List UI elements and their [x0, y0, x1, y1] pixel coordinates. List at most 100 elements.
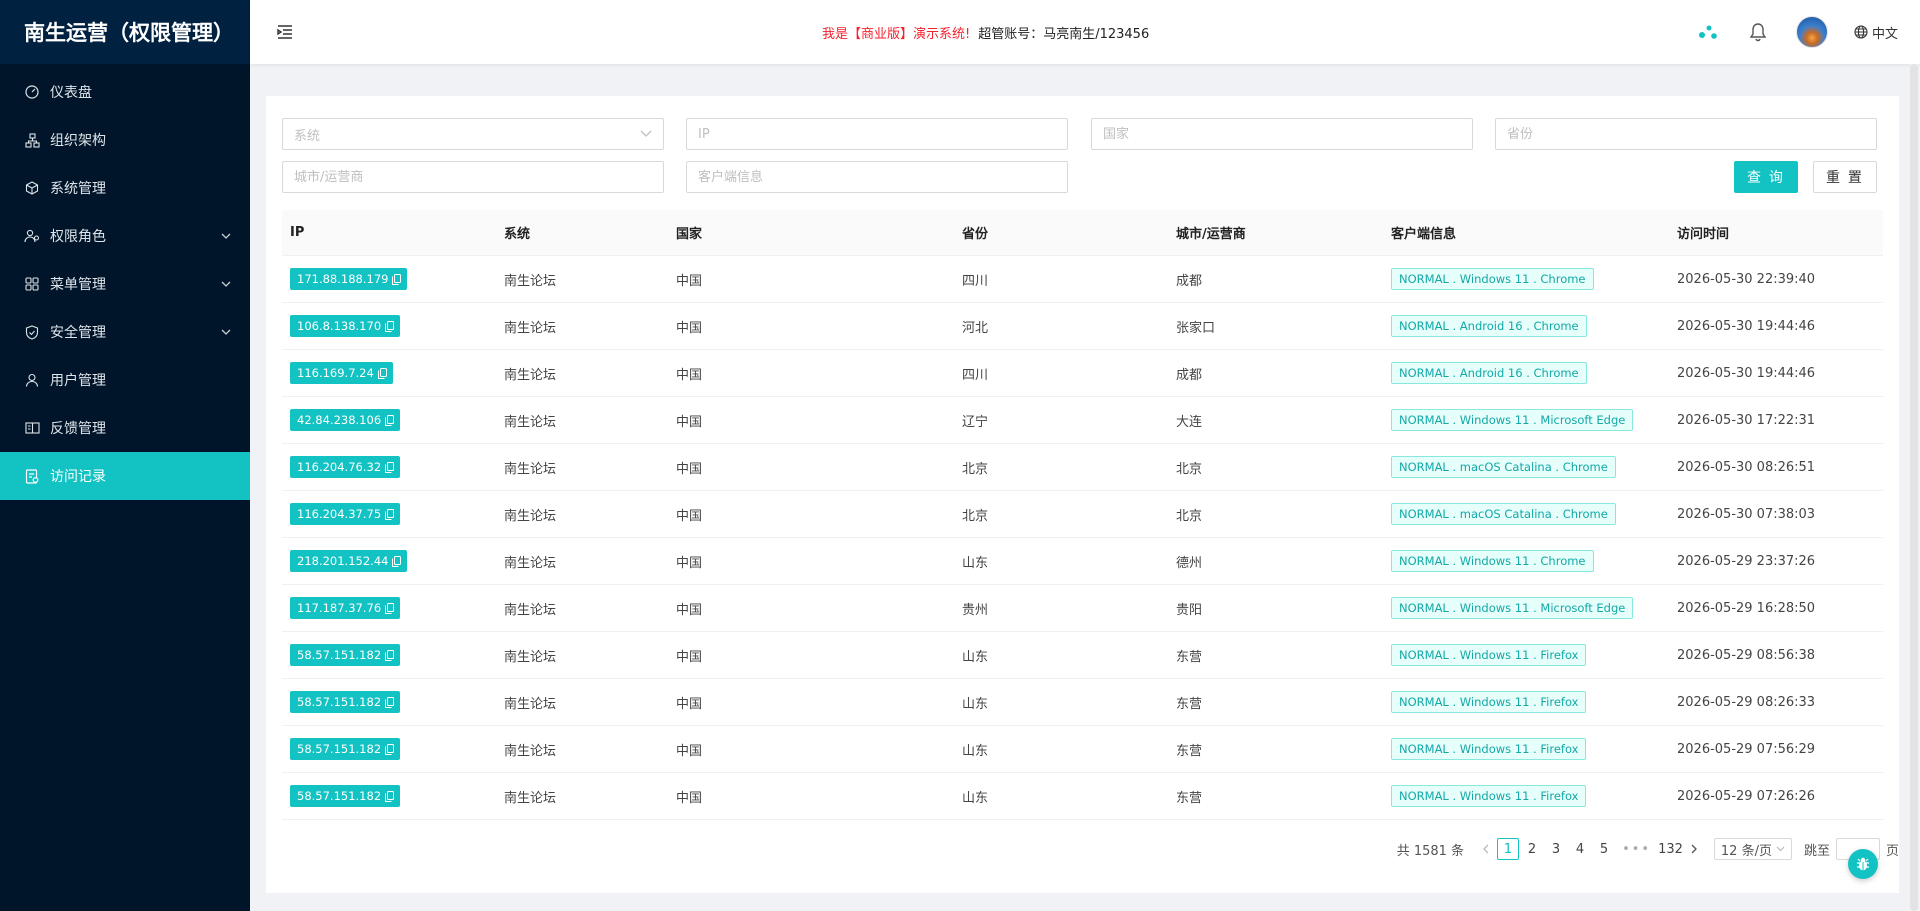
sidebar-item-1[interactable]: 组织架构 [0, 116, 250, 164]
sidebar-item-2[interactable]: 系统管理 [0, 164, 250, 212]
header-actions: 中文 [1670, 0, 1898, 64]
client-info-tag: NORMAL . macOS Catalina . Chrome [1391, 503, 1616, 525]
prev-page-icon[interactable] [1476, 837, 1496, 861]
sidebar-item-8[interactable]: 访问记录 [0, 452, 250, 500]
ip-text: 218.201.152.44 [297, 554, 389, 568]
next-page-icon[interactable] [1684, 837, 1704, 861]
reset-button[interactable]: 重 置 [1813, 161, 1877, 193]
ip-text: 171.88.188.179 [297, 272, 389, 286]
language-switch[interactable]: 中文 [1854, 23, 1898, 42]
ip-copy-tag[interactable]: 116.204.76.32 [290, 456, 401, 478]
table-row: 58.57.151.182 南生论坛 中国 山东 东营 NORMAL . Windows … [282, 679, 1883, 726]
ip-copy-tag[interactable]: 106.8.138.170 [290, 315, 401, 337]
bug-icon [1857, 857, 1869, 871]
copy-icon [385, 320, 395, 332]
ip-text: 58.57.151.182 [297, 648, 382, 662]
cell-country: 中国 [676, 743, 703, 759]
column-header: 城市/运营商 [1176, 227, 1246, 242]
column-header: 客户端信息 [1391, 227, 1457, 242]
cell-time: 2026-05-30 22:39:40 [1677, 271, 1816, 287]
cell-city: 德州 [1176, 555, 1203, 571]
pagination-ellipsis[interactable]: ••• [1622, 842, 1651, 857]
ip-copy-tag[interactable]: 218.201.152.44 [290, 550, 408, 572]
cluster-dots-icon[interactable] [1696, 20, 1720, 44]
ip-text: 116.204.37.75 [297, 507, 382, 521]
ip-copy-tag[interactable]: 171.88.188.179 [290, 268, 408, 290]
cell-time: 2026-05-29 07:56:29 [1677, 741, 1816, 757]
bug-report-button[interactable] [1848, 849, 1878, 879]
page-size-select[interactable]: 12 条/页 [1713, 838, 1792, 860]
ip-copy-tag[interactable]: 116.169.7.24 [290, 362, 393, 384]
role-icon [24, 228, 40, 244]
pagination-last-page[interactable]: 132 [1658, 838, 1683, 860]
cell-ip: 58.57.151.182 [282, 644, 496, 666]
chevron-down-icon [1776, 846, 1785, 852]
pagination-page[interactable]: 4 [1569, 838, 1591, 860]
cell-time: 2026-05-30 19:44:46 [1677, 365, 1816, 381]
page-scrollbar[interactable] [1910, 64, 1918, 911]
cell-system: 南生论坛 [504, 555, 557, 571]
dashboard-icon [24, 84, 40, 100]
cell-province: 山东 [962, 555, 989, 571]
system-select-placeholder: 系统 [294, 128, 321, 144]
sidebar-item-6[interactable]: 用户管理 [0, 356, 250, 404]
province-input[interactable] [1495, 118, 1877, 150]
cell-country: 中国 [676, 414, 703, 430]
cell-system: 南生论坛 [504, 790, 557, 806]
cell-province: 贵州 [962, 602, 989, 618]
cell-client: NORMAL . Windows 11 . Microsoft Edge [1383, 409, 1669, 431]
ip-copy-tag[interactable]: 58.57.151.182 [290, 785, 401, 807]
ip-input[interactable] [686, 118, 1068, 150]
country-input[interactable] [1091, 118, 1473, 150]
pagination-page[interactable]: 2 [1521, 838, 1543, 860]
sidebar-item-label: 权限角色 [50, 229, 106, 245]
query-button[interactable]: 查 询 [1734, 161, 1798, 193]
cell-country: 中国 [676, 790, 703, 806]
cell-client: NORMAL . Windows 11 . Firefox [1383, 738, 1669, 760]
pagination-page[interactable]: 1 [1497, 838, 1520, 860]
bell-icon[interactable] [1746, 20, 1770, 44]
cell-time: 2026-05-30 19:44:46 [1677, 318, 1816, 334]
cell-client: NORMAL . Windows 11 . Firefox [1383, 644, 1669, 666]
cell-province: 山东 [962, 696, 989, 712]
ip-copy-tag[interactable]: 58.57.151.182 [290, 691, 401, 713]
table-row: 116.204.37.75 南生论坛 中国 北京 北京 NORMAL . macOS Ca… [282, 491, 1883, 538]
ip-copy-tag[interactable]: 58.57.151.182 [290, 644, 401, 666]
system-select[interactable]: 系统 [282, 118, 664, 150]
city-isp-input[interactable] [282, 161, 664, 193]
cell-time: 2026-05-30 07:38:03 [1677, 506, 1816, 522]
cell-country: 中国 [676, 602, 703, 618]
sidebar-item-3[interactable]: 权限角色 [0, 212, 250, 260]
sidebar-item-4[interactable]: 菜单管理 [0, 260, 250, 308]
sidebar-item-label: 仪表盘 [50, 85, 92, 101]
scrollbar-thumb[interactable] [1910, 64, 1918, 911]
ip-copy-tag[interactable]: 116.204.37.75 [290, 503, 401, 525]
cell-ip: 106.8.138.170 [282, 315, 496, 337]
column-header: 访问时间 [1677, 227, 1730, 242]
cell-ip: 58.57.151.182 [282, 738, 496, 760]
user-icon [24, 372, 40, 388]
sidebar-item-0[interactable]: 仪表盘 [0, 68, 250, 116]
sidebar-item-5[interactable]: 安全管理 [0, 308, 250, 356]
pagination-page[interactable]: 3 [1545, 838, 1567, 860]
sidebar-item-7[interactable]: 反馈管理 [0, 404, 250, 452]
client-info-tag: NORMAL . Windows 11 . Firefox [1391, 738, 1587, 760]
cell-city: 大连 [1176, 414, 1203, 430]
avatar[interactable] [1795, 16, 1828, 48]
cell-city: 北京 [1176, 508, 1203, 524]
cell-client: NORMAL . Windows 11 . Firefox [1383, 691, 1669, 713]
pagination-page[interactable]: 5 [1593, 838, 1615, 860]
client-info-input[interactable] [686, 161, 1068, 193]
column-header: IP [290, 225, 305, 240]
ip-copy-tag[interactable]: 42.84.238.106 [290, 409, 401, 431]
menu-fold-icon[interactable] [274, 21, 296, 43]
brand-title: 南生运营（权限管理） [0, 0, 250, 64]
access-log-panel: 系统 查 询 重 置 IP系统国家省份城市/运营商客户端信息访问时间 171.8… [266, 96, 1899, 893]
cell-country: 中国 [676, 461, 703, 477]
client-info-tag: NORMAL . Windows 11 . Firefox [1391, 691, 1587, 713]
cell-system: 南生论坛 [504, 602, 557, 618]
ip-copy-tag[interactable]: 117.187.37.76 [290, 597, 401, 619]
cell-city: 成都 [1176, 273, 1203, 289]
cell-system: 南生论坛 [504, 320, 557, 336]
ip-copy-tag[interactable]: 58.57.151.182 [290, 738, 401, 760]
